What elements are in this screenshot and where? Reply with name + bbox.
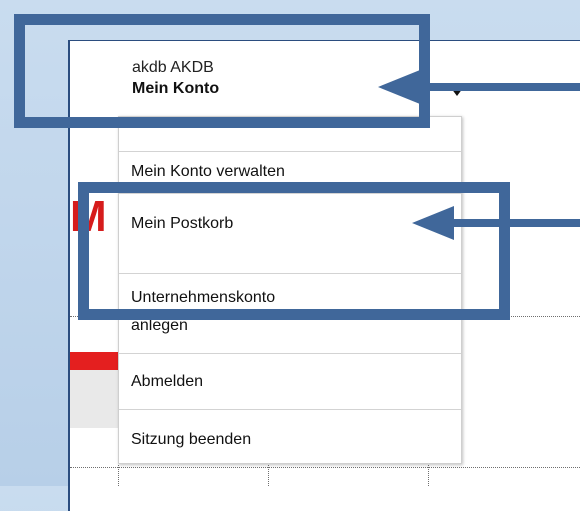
background-gray-box bbox=[70, 370, 125, 428]
dotted-guide bbox=[70, 467, 580, 468]
menu-divider bbox=[119, 353, 461, 354]
menu-item-logout[interactable]: Abmelden bbox=[119, 373, 461, 391]
annotation-highlight-account bbox=[14, 14, 430, 128]
annotation-arrow-icon bbox=[412, 206, 580, 240]
menu-divider bbox=[119, 409, 461, 410]
annotation-highlight-mailbox bbox=[78, 182, 510, 320]
background-red-bar bbox=[70, 352, 120, 370]
menu-item-end-session[interactable]: Sitzung beenden bbox=[119, 431, 461, 449]
menu-divider bbox=[119, 151, 461, 152]
annotation-arrow-icon bbox=[378, 70, 580, 104]
menu-item-manage-account[interactable]: Mein Konto verwalten bbox=[119, 163, 461, 181]
